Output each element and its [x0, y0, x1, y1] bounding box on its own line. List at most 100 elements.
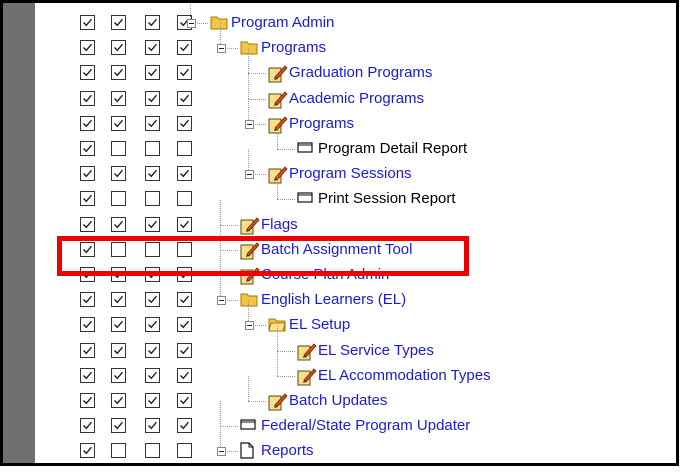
- right-checkbox-0[interactable]: [80, 241, 95, 257]
- right-checkbox-0[interactable]: [80, 342, 95, 358]
- right-checkbox-3[interactable]: [177, 317, 192, 333]
- tree-row: Print Session Report: [35, 174, 676, 212]
- collapse-toggle-icon[interactable]: [245, 119, 254, 129]
- right-checkbox-2[interactable]: [145, 393, 160, 408]
- tree-item-label[interactable]: Batch Assignment Tool: [261, 241, 412, 259]
- collapse-toggle-icon[interactable]: [217, 447, 226, 457]
- right-checkbox-3[interactable]: [177, 191, 192, 207]
- tree-item-label[interactable]: Program Detail Report: [318, 140, 467, 158]
- collapse-toggle-icon[interactable]: [245, 170, 254, 180]
- right-checkbox-2[interactable]: [145, 65, 160, 81]
- tree-item-label[interactable]: EL Accommodation Types: [318, 367, 491, 385]
- right-checkbox-2[interactable]: [145, 443, 160, 459]
- right-checkbox-3[interactable]: [177, 65, 192, 81]
- right-checkbox-0[interactable]: [80, 292, 95, 308]
- right-checkbox-2[interactable]: [145, 292, 160, 308]
- right-checkbox-2[interactable]: [145, 317, 160, 333]
- right-checkbox-3[interactable]: [177, 141, 192, 156]
- right-checkbox-2[interactable]: [145, 90, 160, 106]
- tree-item-label[interactable]: Programs: [289, 115, 354, 133]
- tree-item-label[interactable]: Academic Programs: [289, 90, 424, 108]
- right-checkbox-3[interactable]: [177, 292, 192, 308]
- right-checkbox-2[interactable]: [145, 191, 160, 207]
- right-checkbox-1[interactable]: [111, 292, 126, 308]
- right-checkbox-1[interactable]: [111, 367, 126, 383]
- tree-row: EL Accommodation Types: [35, 350, 676, 389]
- right-checkbox-1[interactable]: [111, 418, 126, 434]
- right-checkbox-1[interactable]: [111, 317, 126, 333]
- right-checkbox-0[interactable]: [80, 65, 95, 81]
- right-checkbox-3[interactable]: [177, 90, 192, 106]
- right-checkbox-3[interactable]: [177, 115, 192, 131]
- collapse-toggle-icon[interactable]: [245, 321, 254, 331]
- right-checkbox-0[interactable]: [80, 166, 95, 182]
- right-checkbox-1[interactable]: [111, 40, 126, 56]
- right-checkbox-1[interactable]: [111, 267, 126, 282]
- tool-icon: [268, 64, 288, 88]
- right-checkbox-3[interactable]: [177, 443, 192, 459]
- right-checkbox-1[interactable]: [111, 241, 126, 257]
- tree-item-label[interactable]: EL Setup: [289, 316, 350, 334]
- collapse-toggle-icon[interactable]: [187, 19, 196, 28]
- tree-item-label[interactable]: Graduation Programs: [289, 64, 432, 82]
- right-checkbox-2[interactable]: [145, 115, 160, 131]
- right-checkbox-0[interactable]: [80, 141, 95, 156]
- right-checkbox-1[interactable]: [111, 191, 126, 207]
- right-checkbox-1[interactable]: [111, 393, 126, 408]
- right-checkbox-3[interactable]: [177, 393, 192, 408]
- collapse-toggle-icon[interactable]: [217, 296, 226, 306]
- right-checkbox-2[interactable]: [145, 267, 160, 282]
- right-checkbox-1[interactable]: [111, 15, 126, 30]
- right-checkbox-0[interactable]: [80, 191, 95, 207]
- right-checkbox-2[interactable]: [145, 418, 160, 434]
- right-checkbox-0[interactable]: [80, 15, 95, 30]
- right-checkbox-0[interactable]: [80, 393, 95, 408]
- tree-item-label[interactable]: EL Service Types: [318, 342, 434, 360]
- right-checkbox-0[interactable]: [80, 115, 95, 131]
- tree-item-label[interactable]: Reports: [261, 442, 314, 460]
- right-checkbox-0[interactable]: [80, 367, 95, 383]
- right-checkbox-3[interactable]: [177, 241, 192, 257]
- right-checkbox-3[interactable]: [177, 267, 192, 282]
- tree-item-label[interactable]: Programs: [261, 39, 326, 57]
- collapse-toggle-icon[interactable]: [217, 44, 226, 54]
- right-checkbox-0[interactable]: [80, 317, 95, 333]
- right-checkbox-1[interactable]: [111, 216, 126, 232]
- right-checkbox-3[interactable]: [177, 418, 192, 434]
- right-checkbox-2[interactable]: [145, 166, 160, 182]
- right-checkbox-1[interactable]: [111, 90, 126, 106]
- right-checkbox-2[interactable]: [145, 15, 160, 30]
- right-checkbox-2[interactable]: [145, 216, 160, 232]
- right-checkbox-2[interactable]: [145, 367, 160, 383]
- right-checkbox-2[interactable]: [145, 141, 160, 156]
- right-checkbox-2[interactable]: [145, 40, 160, 56]
- right-checkbox-0[interactable]: [80, 443, 95, 459]
- right-checkbox-3[interactable]: [177, 216, 192, 232]
- right-checkbox-1[interactable]: [111, 65, 126, 81]
- tree-item-label[interactable]: English Learners (EL): [261, 291, 406, 309]
- right-checkbox-1[interactable]: [111, 342, 126, 358]
- right-checkbox-1[interactable]: [111, 141, 126, 156]
- tree-item-label[interactable]: Federal/State Program Updater: [261, 417, 470, 435]
- right-checkbox-0[interactable]: [80, 90, 95, 106]
- right-checkbox-0[interactable]: [80, 40, 95, 56]
- tree-item-label[interactable]: Program Sessions: [289, 165, 412, 183]
- right-checkbox-2[interactable]: [145, 241, 160, 257]
- right-checkbox-1[interactable]: [111, 166, 126, 182]
- tree-item-label[interactable]: Program Admin: [231, 14, 334, 32]
- right-checkbox-3[interactable]: [177, 342, 192, 358]
- right-checkbox-3[interactable]: [177, 367, 192, 383]
- right-checkbox-0[interactable]: [80, 216, 95, 232]
- tree-connector: [248, 98, 266, 100]
- tree-item-label[interactable]: Print Session Report: [318, 190, 456, 208]
- tree-item-label[interactable]: Course Plan Admin: [261, 266, 389, 284]
- right-checkbox-1[interactable]: [111, 443, 126, 459]
- right-checkbox-2[interactable]: [145, 342, 160, 358]
- right-checkbox-1[interactable]: [111, 115, 126, 131]
- right-checkbox-0[interactable]: [80, 267, 95, 282]
- right-checkbox-3[interactable]: [177, 166, 192, 182]
- tree-item-label[interactable]: Batch Updates: [289, 392, 387, 410]
- tree-item-label[interactable]: Flags: [261, 216, 298, 234]
- right-checkbox-3[interactable]: [177, 40, 192, 56]
- right-checkbox-0[interactable]: [80, 418, 95, 434]
